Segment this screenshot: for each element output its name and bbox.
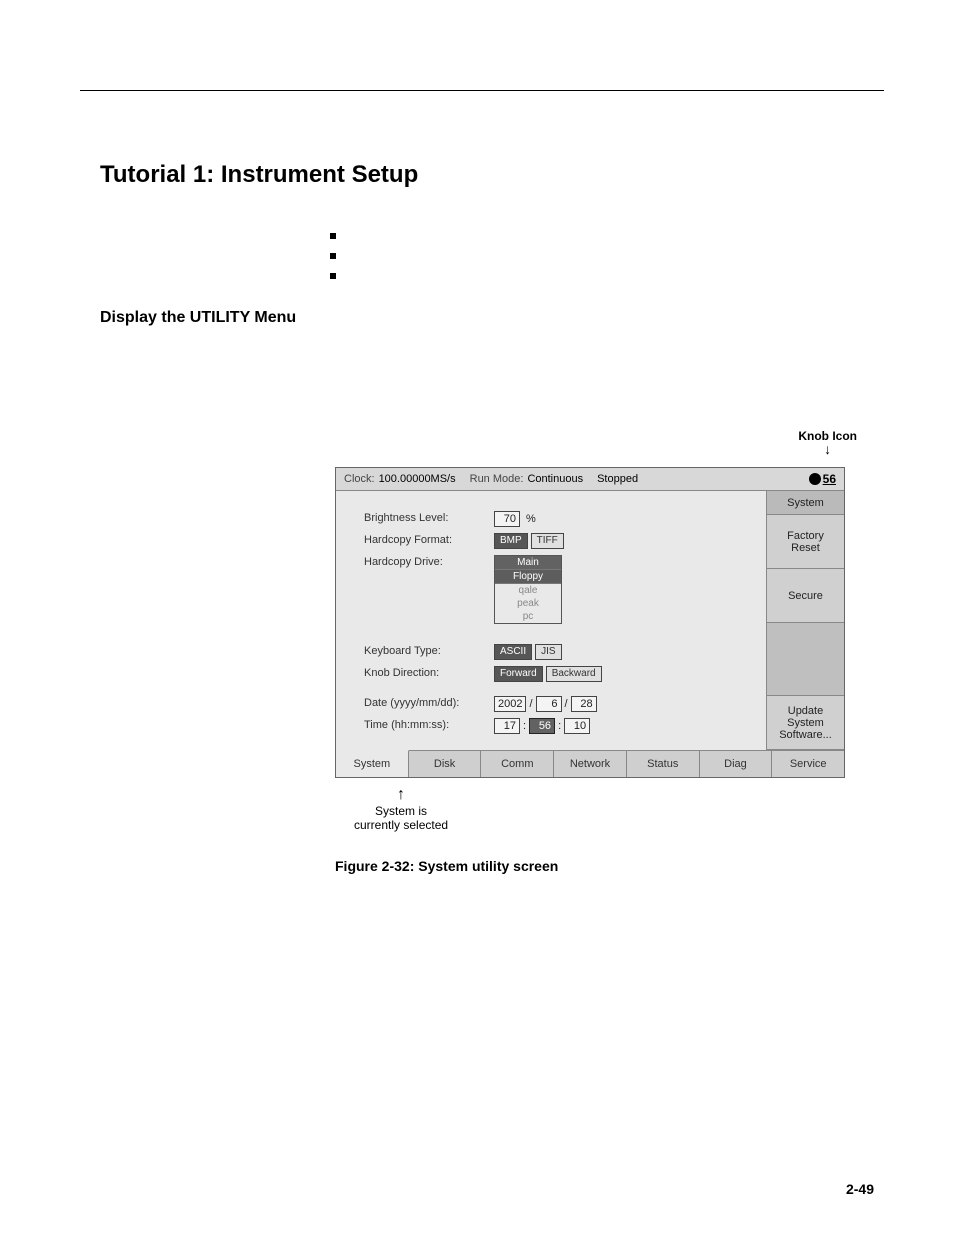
tab-diag[interactable]: Diag [700,751,773,777]
side-menu: System Factory Reset Secure Update Syste… [766,491,844,750]
down-arrow-icon: ↓ [798,445,857,453]
top-rule [80,90,884,91]
date-label: Date (yyyy/mm/dd): [364,696,494,709]
sub-heading: Display the UTILITY Menu [100,309,874,327]
keyboard-ascii[interactable]: ASCII [494,644,532,660]
utility-screenshot: Knob Icon ↓ Clock: 100.00000MS/s Run Mod… [335,467,855,778]
tab-disk[interactable]: Disk [409,751,482,777]
drive-qale[interactable]: qale [495,584,561,597]
side-spacer [767,623,844,696]
time-second[interactable]: 10 [564,718,590,734]
drive-floppy[interactable]: Floppy [495,569,561,584]
drive-pc[interactable]: pc [495,610,561,623]
tab-system[interactable]: System [336,750,409,777]
instrument-screen: Clock: 100.00000MS/s Run Mode: Continuou… [335,467,845,778]
time-hour[interactable]: 17 [494,718,520,734]
tab-comm[interactable]: Comm [481,751,554,777]
page-number: 2-49 [846,1181,874,1197]
hardcopy-drive-label: Hardcopy Drive: [364,555,494,568]
title-bar: Clock: 100.00000MS/s Run Mode: Continuou… [336,468,844,491]
time-label: Time (hh:mm:ss): [364,718,494,731]
date-year[interactable]: 2002 [494,696,526,712]
tab-service[interactable]: Service [772,751,844,777]
callout-text: System is [354,804,448,818]
bullet [330,233,336,239]
main-heading: Tutorial 1: Instrument Setup [100,161,874,189]
keyboard-jis[interactable]: JIS [535,644,561,660]
date-day[interactable]: 28 [571,696,597,712]
knob-direction-label: Knob Direction: [364,666,494,679]
tab-status[interactable]: Status [627,751,700,777]
keyboard-type-label: Keyboard Type: [364,644,494,657]
bottom-tabs: System Disk Comm Network Status Diag Ser… [336,750,844,777]
slash: / [565,698,568,710]
colon: : [558,720,561,732]
time-minute[interactable]: 56 [529,718,555,734]
colon: : [523,720,526,732]
hardcopy-drive-list[interactable]: Main Floppy qale peak pc [494,555,562,624]
knob-icon-callout: Knob Icon ↓ [798,429,857,453]
tab-network[interactable]: Network [554,751,627,777]
hardcopy-format-tiff[interactable]: TIFF [531,533,564,549]
drive-main[interactable]: Main [495,556,561,569]
hardcopy-format-label: Hardcopy Format: [364,533,494,546]
knob-forward[interactable]: Forward [494,666,543,682]
knob-backward[interactable]: Backward [546,666,602,682]
intro-bullets [330,233,874,279]
slash: / [529,698,532,710]
drive-peak[interactable]: peak [495,597,561,610]
knob-icon[interactable]: 56 [809,472,836,486]
runmode-label: Run Mode: [470,473,524,485]
clock-label: Clock: [344,473,375,485]
hardcopy-format-bmp[interactable]: BMP [494,533,528,549]
figure-caption: Figure 2-32: System utility screen [335,858,874,874]
status-value: Stopped [597,473,638,485]
bullet [330,273,336,279]
knob-value: 56 [823,472,836,486]
side-secure-button[interactable]: Secure [767,569,844,623]
callout-text: currently selected [354,818,448,832]
brightness-input[interactable]: 70 [494,511,520,527]
percent-label: % [526,513,536,525]
side-system-button[interactable]: System [767,491,844,515]
system-selected-callout: ↑ System is currently selected [354,789,448,832]
side-update-software-button[interactable]: Update System Software... [767,696,844,750]
date-month[interactable]: 6 [536,696,562,712]
up-arrow-icon: ↑ [354,789,448,801]
settings-pane: Brightness Level: 70 % Hardcopy Format: … [336,491,766,750]
bullet [330,253,336,259]
knob-circle-icon [809,473,821,485]
runmode-value: Continuous [527,473,583,485]
brightness-label: Brightness Level: [364,511,494,524]
side-factory-reset-button[interactable]: Factory Reset [767,515,844,569]
clock-value: 100.00000MS/s [379,473,456,485]
